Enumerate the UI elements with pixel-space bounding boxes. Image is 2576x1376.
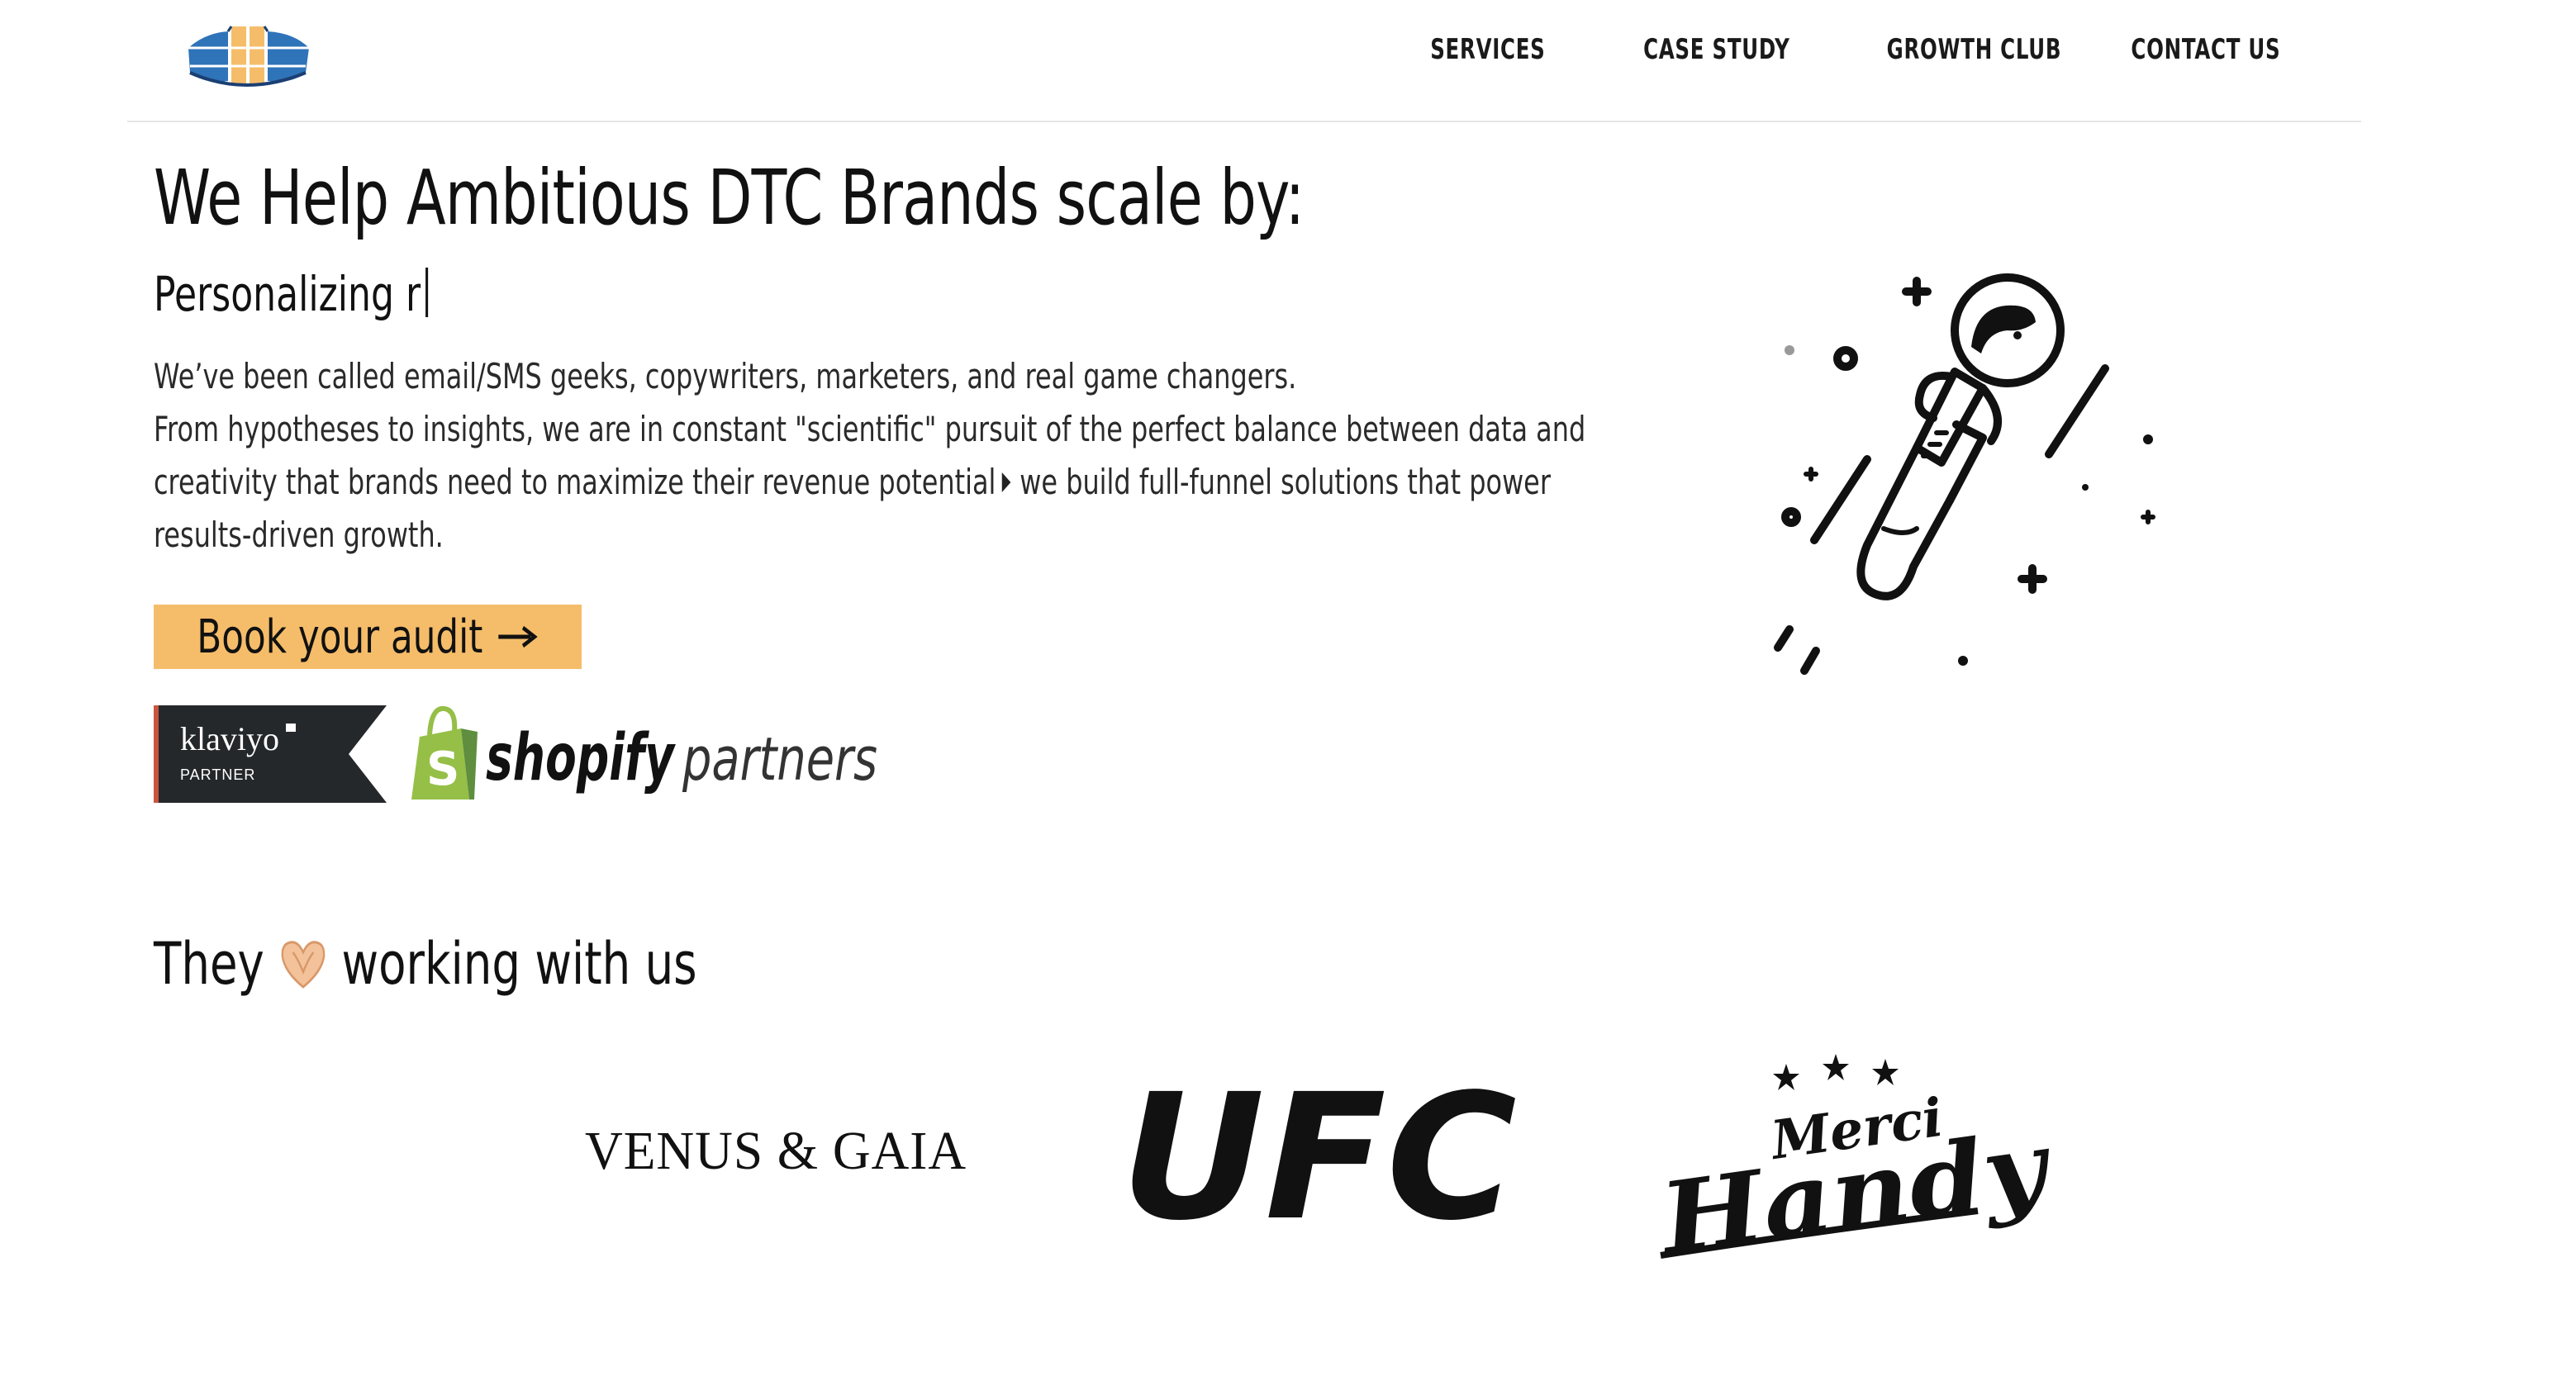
- shopify-partners-badge: S shopify partners: [411, 705, 877, 800]
- svg-text:PARTNER: PARTNER: [180, 766, 255, 783]
- arrow-right-icon: [498, 625, 538, 648]
- ufc-logo: UFC: [1120, 1085, 1517, 1227]
- merci-handy-logo: Merci Handy: [1656, 1054, 2060, 1264]
- svg-text:klaviyo: klaviyo: [180, 720, 279, 757]
- svg-text:shopify: shopify: [486, 721, 676, 795]
- nav-contact-us[interactable]: CONTACT US: [2131, 33, 2279, 66]
- main-nav: SERVICES CASE STUDY GROWTH CLUB CONTACT …: [1409, 33, 2280, 66]
- heart-hands-icon: [281, 941, 325, 989]
- arrow-right-icon: [1002, 472, 1011, 492]
- nav-growth-club[interactable]: GROWTH CLUB: [1887, 33, 2061, 66]
- nav-services[interactable]: SERVICES: [1430, 33, 1545, 66]
- svg-text:partners: partners: [682, 724, 877, 794]
- clients-heading-after: working with us: [341, 930, 697, 998]
- description-line-2: From hypotheses to insights, we are in c…: [154, 409, 1586, 555]
- svg-text:S: S: [426, 743, 459, 796]
- typed-text: Personalizing r: [154, 266, 421, 322]
- hero-title: We Help Ambitious DTC Brands scale by:: [154, 154, 1305, 242]
- clients-heading: They working with us: [154, 930, 850, 998]
- typed-headline: Personalizing r: [154, 266, 515, 322]
- description-line-1: We’ve been called email/SMS geeks, copyw…: [154, 356, 1297, 396]
- text-caret: [425, 268, 429, 317]
- book-audit-button[interactable]: Book your audit: [154, 605, 582, 669]
- astronaut-illustration: [1774, 273, 2155, 675]
- venus-gaia-logo: VENUS & GAIA: [585, 1121, 967, 1181]
- book-audit-label: Book your audit: [197, 610, 483, 664]
- brand-logo[interactable]: [180, 15, 316, 94]
- klaviyo-partner-badge: klaviyo PARTNER: [154, 705, 387, 803]
- hero-description: We’ve been called email/SMS geeks, copyw…: [154, 350, 1598, 562]
- svg-text:UFC: UFC: [1120, 1085, 1517, 1227]
- nav-case-study[interactable]: CASE STUDY: [1643, 33, 1789, 66]
- site-header: SERVICES CASE STUDY GROWTH CLUB CONTACT …: [127, 0, 2361, 122]
- clients-heading-before: They: [154, 930, 264, 998]
